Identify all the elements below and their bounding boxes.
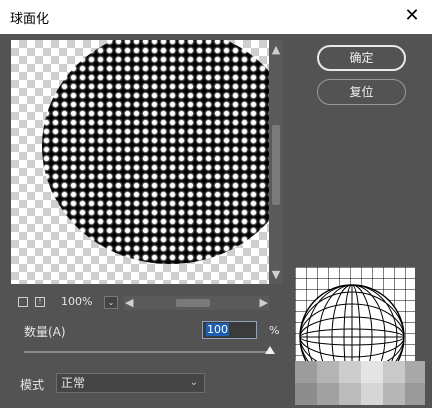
preview-horizontal-scrollbar[interactable]: ◀ ▶ bbox=[124, 296, 269, 310]
ok-button[interactable]: 确定 bbox=[317, 45, 406, 71]
horizontal-scroll-thumb[interactable] bbox=[176, 299, 210, 307]
title-bar: 球面化 ✕ bbox=[0, 0, 432, 34]
scroll-up-icon[interactable]: ▲ bbox=[269, 43, 283, 56]
scroll-left-icon[interactable]: ◀ bbox=[125, 296, 133, 309]
zoom-out-icon[interactable] bbox=[18, 297, 28, 307]
amount-slider-thumb[interactable] bbox=[265, 346, 275, 354]
amount-slider[interactable] bbox=[24, 351, 270, 353]
mode-select[interactable]: 正常 ⌄ bbox=[56, 373, 205, 393]
amount-input[interactable]: 100 bbox=[202, 321, 257, 339]
scroll-down-icon[interactable]: ▼ bbox=[269, 268, 283, 281]
chevron-down-icon[interactable]: ⌄ bbox=[104, 296, 118, 309]
vertical-scroll-thumb[interactable] bbox=[272, 125, 280, 205]
mode-selected-value: 正常 bbox=[61, 376, 86, 390]
zoom-level: 100% bbox=[61, 295, 93, 308]
chevron-down-icon: ⌄ bbox=[189, 377, 198, 388]
close-icon[interactable]: ✕ bbox=[400, 4, 424, 28]
amount-value: 100 bbox=[206, 323, 229, 336]
amount-unit: % bbox=[269, 324, 280, 337]
amount-label: 数量(A) bbox=[24, 325, 66, 339]
reset-button[interactable]: 复位 bbox=[317, 79, 406, 105]
zoom-in-icon[interactable]: ! bbox=[35, 297, 45, 307]
mode-label: 模式 bbox=[20, 378, 45, 392]
preview-area[interactable] bbox=[11, 40, 269, 284]
window-title: 球面化 bbox=[10, 12, 50, 27]
scroll-right-icon[interactable]: ▶ bbox=[260, 296, 268, 309]
preview-toolbar: ! 100% ⌄ ◀ ▶ bbox=[11, 295, 269, 310]
blurred-region bbox=[295, 361, 425, 405]
preview-vertical-scrollbar[interactable]: ▲ ▼ bbox=[269, 40, 283, 284]
